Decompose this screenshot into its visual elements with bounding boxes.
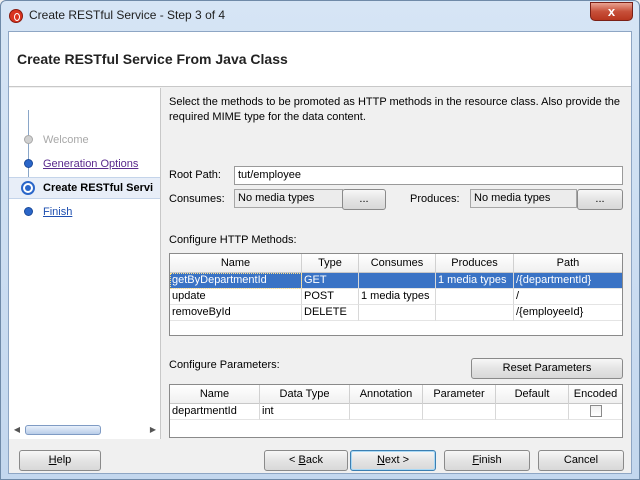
table-cell[interactable] bbox=[436, 305, 514, 321]
column-header[interactable]: Consumes bbox=[359, 254, 436, 273]
back-mnemonic: B bbox=[298, 454, 306, 466]
step-finish[interactable]: Finish bbox=[9, 202, 160, 224]
help-button[interactable]: Help bbox=[19, 450, 101, 471]
column-header[interactable]: Name bbox=[170, 254, 302, 273]
main-panel: Select the methods to be promoted as HTT… bbox=[169, 88, 629, 439]
page-title: Create RESTful Service From Java Class bbox=[17, 51, 288, 67]
step-create-restful-service: Create RESTful Servi bbox=[9, 177, 160, 199]
cancel-button[interactable]: Cancel bbox=[538, 450, 624, 471]
table-cell[interactable]: getByDepartmentId bbox=[170, 273, 302, 289]
dialog-body: Create RESTful Service From Java Class W… bbox=[8, 31, 632, 474]
table-header: Name Type Consumes Produces Path bbox=[170, 254, 622, 273]
step-dot-icon bbox=[24, 207, 33, 216]
instructions-text: Select the methods to be promoted as HTT… bbox=[169, 96, 621, 123]
finish-button[interactable]: Finish bbox=[444, 450, 530, 471]
back-label-rest: ack bbox=[305, 454, 323, 466]
finish-label-rest: inish bbox=[479, 454, 502, 466]
table-cell[interactable]: departmentId bbox=[170, 404, 260, 420]
table-cell[interactable]: 1 media types bbox=[359, 289, 436, 305]
scroll-right-icon[interactable]: ▶ bbox=[147, 424, 159, 436]
title-bar: Create RESTful Service - Step 3 of 4 x bbox=[1, 1, 639, 31]
table-cell[interactable] bbox=[496, 404, 569, 420]
table-row[interactable]: getByDepartmentId GET 1 media types /{de… bbox=[170, 273, 622, 289]
sidebar-scrollbar[interactable]: ◀ ▶ bbox=[11, 424, 159, 436]
table-cell[interactable]: /{employeeId} bbox=[514, 305, 622, 321]
table-cell[interactable]: /{departmentId} bbox=[514, 273, 622, 289]
back-button[interactable]: < Back bbox=[264, 450, 348, 471]
table-cell[interactable] bbox=[423, 404, 496, 420]
step-label: Create RESTful Servi bbox=[43, 182, 154, 194]
table-cell[interactable]: removeById bbox=[170, 305, 302, 321]
table-cell[interactable] bbox=[350, 404, 423, 420]
produces-browse-button[interactable]: ... bbox=[577, 189, 623, 210]
wizard-window: Create RESTful Service - Step 3 of 4 x C… bbox=[0, 0, 640, 480]
step-generation-options[interactable]: Generation Options bbox=[9, 154, 160, 176]
table-row[interactable]: update POST 1 media types / bbox=[170, 289, 622, 305]
consumes-field: No media types bbox=[234, 189, 343, 208]
table-row[interactable]: departmentId int bbox=[170, 404, 622, 420]
table-cell[interactable]: GET bbox=[302, 273, 359, 289]
step-label[interactable]: Finish bbox=[43, 206, 72, 218]
root-path-input[interactable]: tut/employee bbox=[234, 166, 623, 185]
steps-sidebar: Welcome Generation Options Create RESTfu… bbox=[9, 88, 161, 439]
column-header[interactable]: Encoded bbox=[569, 385, 622, 404]
scrollbar-thumb[interactable] bbox=[25, 425, 101, 435]
table-cell[interactable]: / bbox=[514, 289, 622, 305]
scroll-left-icon[interactable]: ◀ bbox=[11, 424, 23, 436]
back-label: < bbox=[289, 454, 299, 466]
next-label-rest: ext > bbox=[384, 454, 410, 466]
table-header: Name Data Type Annotation Parameter Defa… bbox=[170, 385, 622, 404]
next-button[interactable]: Next > bbox=[350, 450, 436, 471]
column-header[interactable]: Parameter bbox=[423, 385, 496, 404]
produces-field: No media types bbox=[470, 189, 577, 208]
http-methods-table[interactable]: Name Type Consumes Produces Path getByDe… bbox=[169, 253, 623, 336]
table-row[interactable]: removeById DELETE /{employeeId} bbox=[170, 305, 622, 321]
root-path-label: Root Path: bbox=[169, 169, 221, 181]
table-cell[interactable]: DELETE bbox=[302, 305, 359, 321]
window-title: Create RESTful Service - Step 3 of 4 bbox=[29, 8, 226, 22]
step-welcome: Welcome bbox=[9, 130, 160, 152]
close-button[interactable]: x bbox=[590, 2, 633, 21]
step-current-icon bbox=[21, 181, 35, 195]
http-methods-label: Configure HTTP Methods: bbox=[169, 234, 297, 246]
reset-parameters-button[interactable]: Reset Parameters bbox=[471, 358, 623, 379]
column-header[interactable]: Annotation bbox=[350, 385, 423, 404]
column-header[interactable]: Name bbox=[170, 385, 260, 404]
encoded-checkbox[interactable] bbox=[589, 405, 602, 417]
column-header[interactable]: Produces bbox=[436, 254, 514, 273]
table-cell[interactable]: POST bbox=[302, 289, 359, 305]
help-label-rest: elp bbox=[56, 454, 72, 466]
step-label: Welcome bbox=[43, 134, 89, 146]
step-label[interactable]: Generation Options bbox=[43, 158, 138, 170]
table-cell[interactable] bbox=[359, 273, 436, 289]
wizard-header: Create RESTful Service From Java Class bbox=[9, 32, 631, 87]
consumes-label: Consumes: bbox=[169, 193, 225, 205]
column-header[interactable]: Data Type bbox=[260, 385, 350, 404]
produces-label: Produces: bbox=[410, 193, 460, 205]
consumes-browse-button[interactable]: ... bbox=[342, 189, 386, 210]
parameters-label: Configure Parameters: bbox=[169, 359, 280, 371]
table-cell[interactable] bbox=[436, 289, 514, 305]
table-cell[interactable] bbox=[359, 305, 436, 321]
next-mnemonic: N bbox=[376, 454, 385, 466]
column-header[interactable]: Type bbox=[302, 254, 359, 273]
encoded-cell[interactable] bbox=[569, 404, 622, 420]
step-dot-icon bbox=[24, 159, 33, 168]
table-cell[interactable]: update bbox=[170, 289, 302, 305]
step-dot-icon bbox=[24, 135, 33, 144]
table-cell[interactable]: 1 media types bbox=[436, 273, 514, 289]
parameters-table[interactable]: Name Data Type Annotation Parameter Defa… bbox=[169, 384, 623, 438]
app-logo-icon bbox=[9, 9, 23, 23]
column-header[interactable]: Default bbox=[496, 385, 569, 404]
column-header[interactable]: Path bbox=[514, 254, 622, 273]
table-cell[interactable]: int bbox=[260, 404, 350, 420]
help-label: H bbox=[48, 454, 57, 466]
